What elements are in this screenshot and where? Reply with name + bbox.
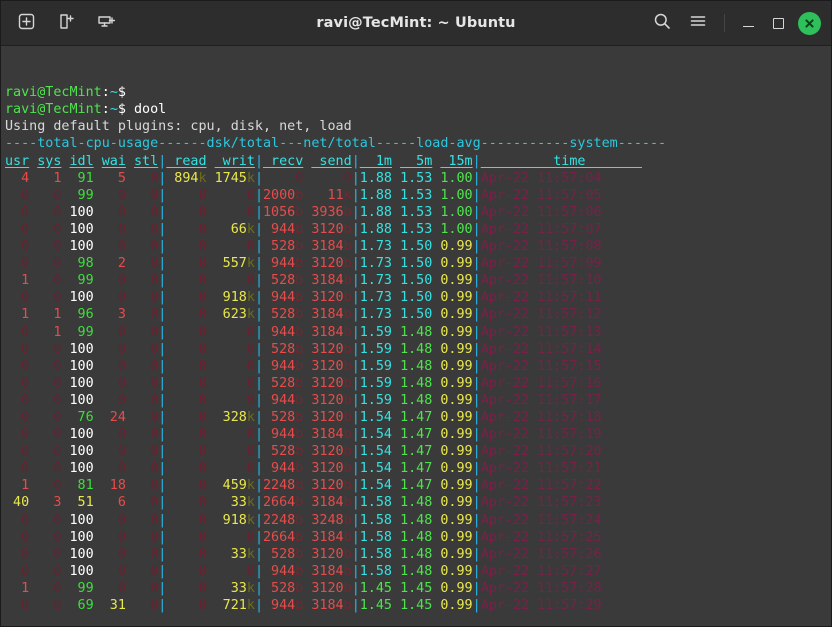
minimize-button[interactable] <box>734 9 762 37</box>
data-row: 0 0 100 0 0| 0 0| 944b 3184b|1.58 1.48 0… <box>5 563 602 579</box>
data-row: 0 0 100 0 0| 0 0| 528b 3120b|1.59 1.48 0… <box>5 375 602 391</box>
close-icon <box>803 17 816 30</box>
data-row: 1 0 99 0 0| 0 0| 528b 3184b|1.73 1.50 0.… <box>5 273 602 289</box>
data-row: 0 0 99 0 0| 0 0|2000b 11k|1.88 1.53 1.00… <box>5 187 602 203</box>
data-row: 0 0 100 0 0| 0 918k| 944b 3120b|1.73 1.5… <box>5 290 602 306</box>
hamburger-icon <box>689 12 707 34</box>
data-row: 0 0 98 2 0| 0 557k| 944b 3120b|1.73 1.50… <box>5 256 602 272</box>
command-line: ravi@TecMint:~$ dool <box>5 102 167 118</box>
titlebar-right-buttons <box>645 8 823 38</box>
data-row: 1 0 99 0 0| 0 33k| 528b 3120b|1.45 1.45 … <box>5 580 602 596</box>
data-row: 0 0 100 0 0| 0 0| 528b 3120b|1.59 1.48 0… <box>5 341 602 357</box>
data-row: 0 0 100 0 0| 0 66k| 944b 3120b|1.88 1.53… <box>5 221 602 237</box>
data-row: 0 0 100 0 0| 0 0| 944b 3120b|1.59 1.48 0… <box>5 392 602 408</box>
terminal-output: ravi@TecMint:~$ ravi@TecMint:~$ dool Using… <box>5 84 831 614</box>
data-row: 0 1 99 0 0| 0 0| 944b 3184b|1.59 1.48 0.… <box>5 324 602 340</box>
data-row: 0 0 100 0 0| 0 0| 944b 3120b|1.54 1.47 0… <box>5 461 602 477</box>
data-row: 1 0 81 18 0| 0 459k|2248b 3120b|1.54 1.4… <box>5 478 602 494</box>
titlebar-divider <box>724 14 725 32</box>
new-window-icon <box>58 13 75 34</box>
prompt-line-blank: ravi@TecMint:~$ <box>5 85 126 101</box>
data-row: 0 0 100 0 0| 0 33k| 528b 3120b|1.58 1.48… <box>5 546 602 562</box>
group-header-row: ----total-cpu-usage------dsk/total---net… <box>5 136 667 152</box>
data-row: 0 0 100 0 0| 0 0| 528b 3120b|1.54 1.47 0… <box>5 444 602 460</box>
maximize-icon <box>772 17 784 29</box>
search-button[interactable] <box>645 8 679 38</box>
data-row: 0 0 100 0 0| 0 918k|2248b 3248b|1.58 1.4… <box>5 512 602 528</box>
title-bar: ravi@TecMint: ~ Ubuntu <box>1 1 831 46</box>
close-button[interactable] <box>798 11 821 35</box>
screen-plus-icon <box>97 13 116 34</box>
data-row: 0 0 100 0 0| 0 0| 944b 3120b|1.59 1.48 0… <box>5 358 602 374</box>
menu-button[interactable] <box>681 8 715 38</box>
data-row: 0 0 100 0 0| 0 0|2664b 3184b|1.58 1.48 0… <box>5 529 602 545</box>
search-icon <box>653 12 671 34</box>
data-row: 4 1 91 5 0| 894k 1745k| 0 0|1.88 1.53 1.… <box>5 170 602 186</box>
new-tab-button[interactable] <box>9 8 43 38</box>
titlebar-left-buttons <box>9 8 123 38</box>
data-row: 40 3 51 6 0| 0 33k|2664b 3184b|1.58 1.48… <box>5 495 602 511</box>
data-row: 0 0 76 24 0| 0 328k| 528b 3120b|1.54 1.4… <box>5 409 602 425</box>
new-window-button[interactable] <box>49 8 83 38</box>
maximize-button[interactable] <box>764 9 792 37</box>
minimize-icon <box>742 19 754 28</box>
new-terminal-button[interactable] <box>89 8 123 38</box>
data-row: 1 1 96 3 0| 0 623k| 528b 3184b|1.73 1.50… <box>5 307 602 323</box>
data-row: 0 0 69 31 0| 0 721k| 944b 3184b|1.45 1.4… <box>5 598 602 613</box>
column-header-row: usr sys idl wai stl| read writ| recv sen… <box>5 153 642 169</box>
terminal-screen[interactable]: ravi@TecMint:~$ ravi@TecMint:~$ dool Using… <box>1 46 831 626</box>
plus-in-square-icon <box>18 13 35 34</box>
terminal-window: ravi@TecMint: ~ Ubuntu ravi@TecMint:~$ r… <box>0 0 832 627</box>
data-row: 0 0 100 0 0| 0 0| 944b 3184b|1.54 1.47 0… <box>5 427 602 443</box>
plugin-line: Using default plugins: cpu, disk, net, l… <box>5 119 352 135</box>
data-row: 0 0 100 0 0| 0 0|1056b 3936b|1.88 1.53 1… <box>5 204 602 220</box>
data-row: 0 0 100 0 0| 0 0| 528b 3184b|1.73 1.50 0… <box>5 239 602 255</box>
